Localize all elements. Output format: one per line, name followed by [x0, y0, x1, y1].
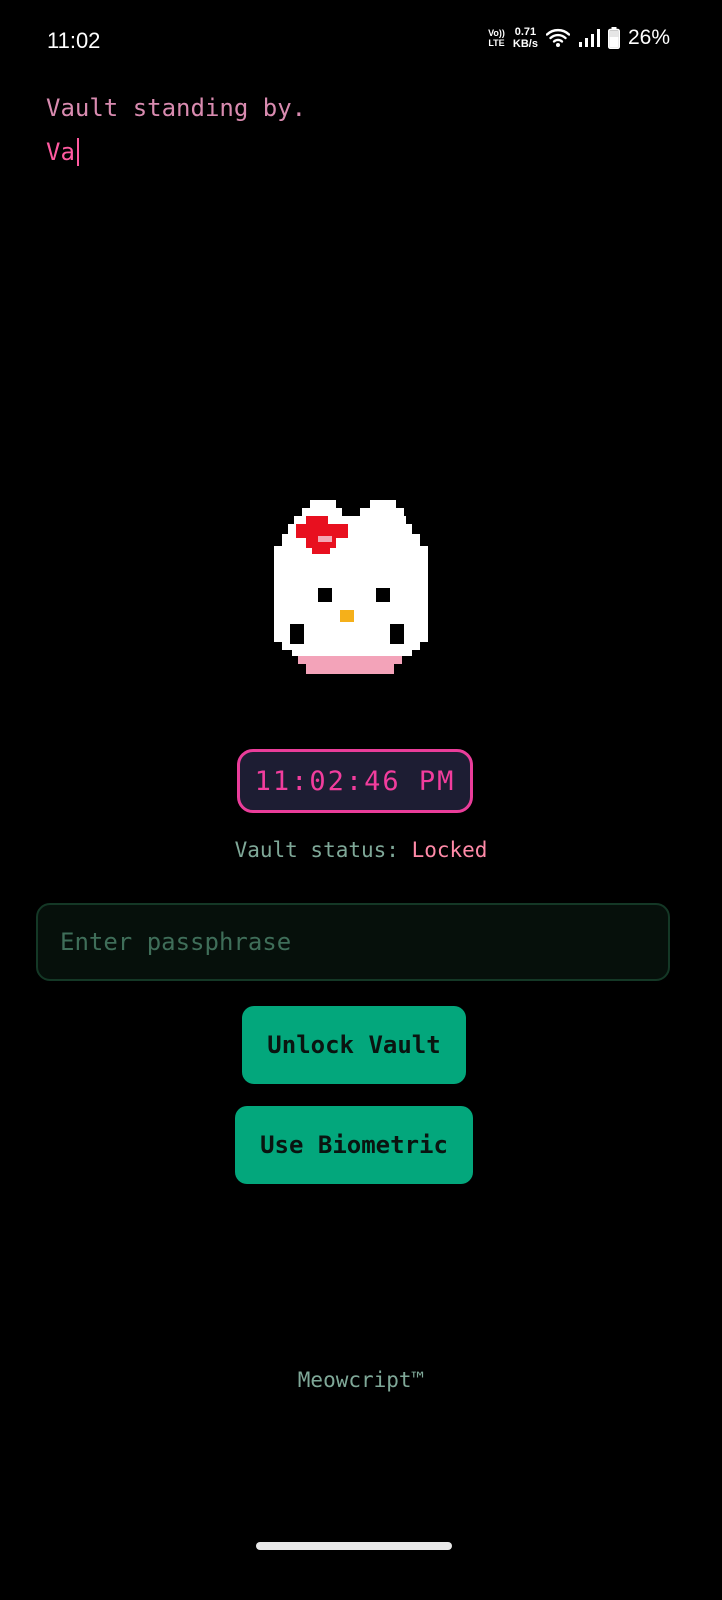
status-bar: 11:02 Vo)) LTE 0.71 KB/s 26% [0, 0, 722, 86]
volte-icon: Vo)) LTE [488, 28, 505, 48]
terminal-output: Vault standing by. Va [46, 92, 306, 172]
vault-status-state: Locked [411, 838, 488, 862]
network-speed-unit: KB/s [512, 38, 538, 50]
unlock-vault-button[interactable]: Unlock Vault [242, 1006, 466, 1084]
vault-clock: 11:02:46 PM [237, 749, 473, 813]
terminal-line-standby: Vault standing by. [46, 94, 307, 122]
battery-percent: 26% [627, 26, 670, 49]
battery-icon [607, 27, 620, 49]
use-biometric-button[interactable]: Use Biometric [235, 1106, 473, 1184]
network-speed-value: 0.71 [514, 26, 537, 38]
network-speed: 0.71 KB/s [513, 26, 538, 50]
status-bar-indicators: Vo)) LTE 0.71 KB/s 26% [488, 26, 670, 50]
passphrase-input[interactable] [36, 903, 670, 981]
volte-bottom-label: LTE [488, 38, 505, 48]
brand-label: Meowcript™ [297, 1368, 425, 1392]
pixel-cat-icon [274, 498, 430, 676]
status-bar-time: 11:02 [47, 28, 101, 53]
text-cursor [76, 138, 79, 166]
signal-icon [578, 28, 600, 48]
home-indicator[interactable] [256, 1542, 452, 1550]
terminal-line-typing: Va [46, 132, 306, 172]
vault-status: Vault status: Locked [0, 838, 722, 862]
wifi-icon [545, 28, 570, 48]
vault-status-label: Vault status: [234, 838, 412, 862]
volte-top-label: Vo)) [488, 28, 505, 38]
terminal-typing-text: Va [46, 138, 75, 166]
